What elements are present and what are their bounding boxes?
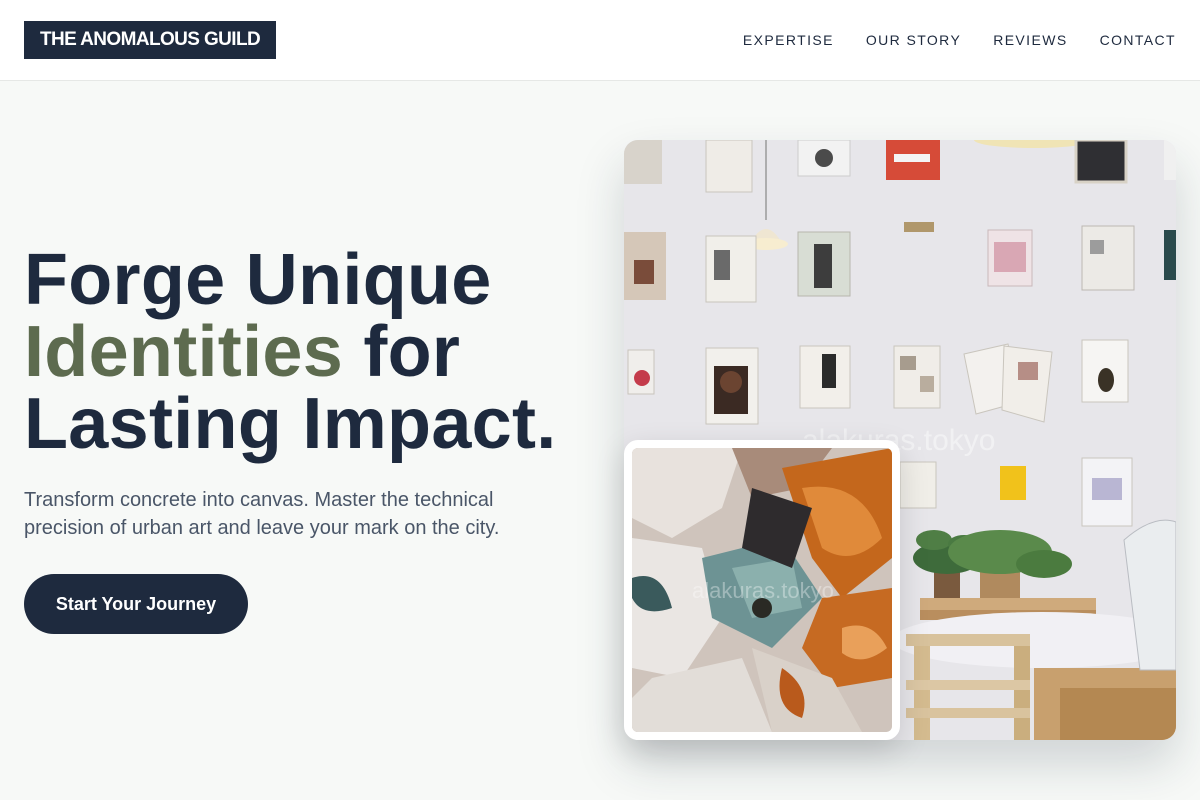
paint-texture-illustration: alakuras.tokyo <box>632 448 892 732</box>
nav-item-reviews[interactable]: REVIEWS <box>993 32 1067 48</box>
headline-part-2: for <box>343 312 461 392</box>
site-header: THE ANOMALOUS GUILD EXPERTISE OUR STORY … <box>0 0 1200 81</box>
headline-part-3: Lasting Impact. <box>24 384 557 464</box>
headline-part-1: Forge Unique <box>24 240 492 320</box>
hero-subtext: Transform concrete into canvas. Master t… <box>24 489 500 539</box>
nav-item-our-story[interactable]: OUR STORY <box>866 32 961 48</box>
nav-item-contact[interactable]: CONTACT <box>1100 32 1176 48</box>
hero-inset-image: alakuras.tokyo <box>624 440 900 740</box>
main-nav: EXPERTISE OUR STORY REVIEWS CONTACT <box>743 32 1176 48</box>
headline-accent: Identities <box>24 312 344 392</box>
hero-headline: Forge Unique Identities for Lasting Impa… <box>24 244 604 460</box>
inset-watermark: alakuras.tokyo <box>692 578 834 603</box>
brand-logo[interactable]: THE ANOMALOUS GUILD <box>24 21 277 59</box>
nav-item-expertise[interactable]: EXPERTISE <box>743 32 834 48</box>
start-journey-button[interactable]: Start Your Journey <box>24 574 248 634</box>
